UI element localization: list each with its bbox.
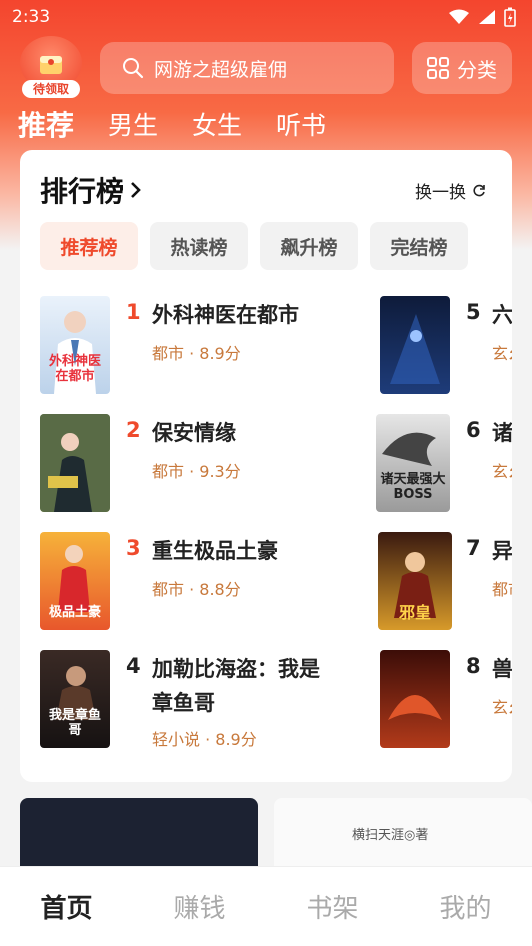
book-cover: 极品土豪 <box>40 532 110 630</box>
book-meta: 都市 · 9.3分 <box>152 462 241 481</box>
rank-number: 5 <box>466 300 481 324</box>
tab-female[interactable]: 女生 <box>192 104 242 148</box>
book-title: 兽 <box>492 657 512 681</box>
rank-tab-completed[interactable]: 完结榜 <box>370 222 468 270</box>
ranking-card: 排行榜 换一换 推荐榜 热读榜 飙升榜 完结榜 外科神医在都市 1 外科神医在都… <box>20 150 512 782</box>
refresh-label: 换一换 <box>415 183 466 203</box>
list-item[interactable]: 外科神医在都市 1 外科神医在都市 都市 · 8.9分 <box>40 296 370 396</box>
book-title: 加勒比海盗：我是章鱼哥 <box>152 657 320 715</box>
nav-earn[interactable]: 赚钱 <box>150 888 250 925</box>
status-bar: 2:33 <box>0 0 532 34</box>
list-item[interactable]: 8 兽 玄幺 <box>380 650 512 750</box>
ranking-title: 排行榜 <box>40 175 125 208</box>
rank-number: 7 <box>466 536 481 560</box>
chevron-right-icon <box>131 182 141 198</box>
book-meta: 玄幺 <box>492 462 512 481</box>
tab-recommend[interactable]: 推荐 <box>18 104 74 148</box>
rank-number: 1 <box>126 300 141 324</box>
tab-audiobook[interactable]: 听书 <box>276 104 326 148</box>
rank-tab-rising[interactable]: 飙升榜 <box>260 222 358 270</box>
category-button[interactable]: 分类 <box>412 42 512 94</box>
battery-icon <box>504 7 516 27</box>
wifi-icon <box>449 9 469 24</box>
rank-number: 8 <box>466 654 481 678</box>
rank-number: 3 <box>126 536 141 560</box>
book-meta: 轻小说 · 8.9分 <box>152 730 257 749</box>
search-input[interactable]: 网游之超级雇佣 <box>100 42 394 94</box>
book-cover <box>40 414 110 512</box>
nav-profile[interactable]: 我的 <box>416 888 516 925</box>
reward-badge: 待领取 <box>22 80 80 98</box>
book-cover <box>380 296 450 394</box>
list-item[interactable]: 诸天最强大BOSS 6 诸 玄幺 <box>376 414 512 514</box>
rank-number: 2 <box>126 418 141 442</box>
list-item[interactable]: 2 保安情缘 都市 · 9.3分 <box>40 414 370 514</box>
ranking-tabs: 推荐榜 热读榜 飙升榜 完结榜 <box>40 222 468 270</box>
list-item[interactable]: 邪皇 7 异 都市 <box>378 532 512 632</box>
book-cover-text: 诸天最强大BOSS <box>380 472 446 502</box>
refresh-button[interactable]: 换一换 <box>415 178 486 203</box>
search-icon <box>123 58 144 79</box>
book-meta: 都市 <box>492 580 512 599</box>
search-placeholder: 网游之超级雇佣 <box>154 58 288 81</box>
tab-male[interactable]: 男生 <box>108 104 158 148</box>
channel-tabs: 推荐 男生 女生 听书 <box>18 104 360 148</box>
book-cover-text: 极品土豪 <box>48 605 101 620</box>
rank-tab-recommend[interactable]: 推荐榜 <box>40 222 138 270</box>
refresh-icon <box>473 184 485 196</box>
rank-tab-hot[interactable]: 热读榜 <box>150 222 248 270</box>
book-title: 诸 <box>492 421 512 445</box>
book-title: 保安情缘 <box>152 421 236 445</box>
rank-number: 4 <box>126 654 141 678</box>
list-item[interactable]: 5 六 玄幺 <box>380 296 512 396</box>
book-title: 重生极品土豪 <box>152 539 278 563</box>
book-cover: 外科神医在都市 <box>40 296 110 394</box>
ranking-title-link[interactable]: 排行榜 <box>40 170 142 210</box>
signal-icon <box>479 10 495 24</box>
book-meta: 都市 · 8.8分 <box>152 580 241 599</box>
list-item[interactable]: 极品土豪 3 重生极品土豪 都市 · 8.8分 <box>40 532 370 632</box>
book-meta: 玄幺 <box>492 698 512 717</box>
banner-author: 横扫天涯◎著 <box>352 828 429 843</box>
book-meta: 玄幺 <box>492 344 512 363</box>
bottom-nav: 首页 赚钱 书架 我的 <box>0 866 532 946</box>
status-icons <box>448 7 516 27</box>
book-cover-text: 邪皇 <box>398 603 431 622</box>
book-cover: 邪皇 <box>378 532 452 630</box>
reward-button[interactable]: 待领取 <box>20 36 82 98</box>
book-title: 六 <box>492 303 512 327</box>
book-cover <box>380 650 450 748</box>
book-title: 外科神医在都市 <box>152 303 299 327</box>
header: 待领取 网游之超级雇佣 分类 <box>0 36 532 100</box>
book-cover: 诸天最强大BOSS <box>376 414 450 512</box>
book-meta: 都市 · 8.9分 <box>152 344 241 363</box>
book-title: 异 <box>492 539 512 563</box>
book-cover-text: 我是章鱼哥 <box>48 708 101 738</box>
book-cover-text: 外科神医在都市 <box>48 354 101 384</box>
rank-number: 6 <box>466 418 481 442</box>
book-cover: 我是章鱼哥 <box>40 650 110 748</box>
nav-home[interactable]: 首页 <box>17 888 117 925</box>
category-label: 分类 <box>457 57 497 82</box>
nav-bookshelf[interactable]: 书架 <box>283 888 383 925</box>
grid-icon <box>427 57 449 79</box>
status-time: 2:33 <box>12 7 51 27</box>
list-item[interactable]: 我是章鱼哥 4 加勒比海盗：我是章鱼哥 轻小说 · 8.9分 <box>40 650 370 750</box>
